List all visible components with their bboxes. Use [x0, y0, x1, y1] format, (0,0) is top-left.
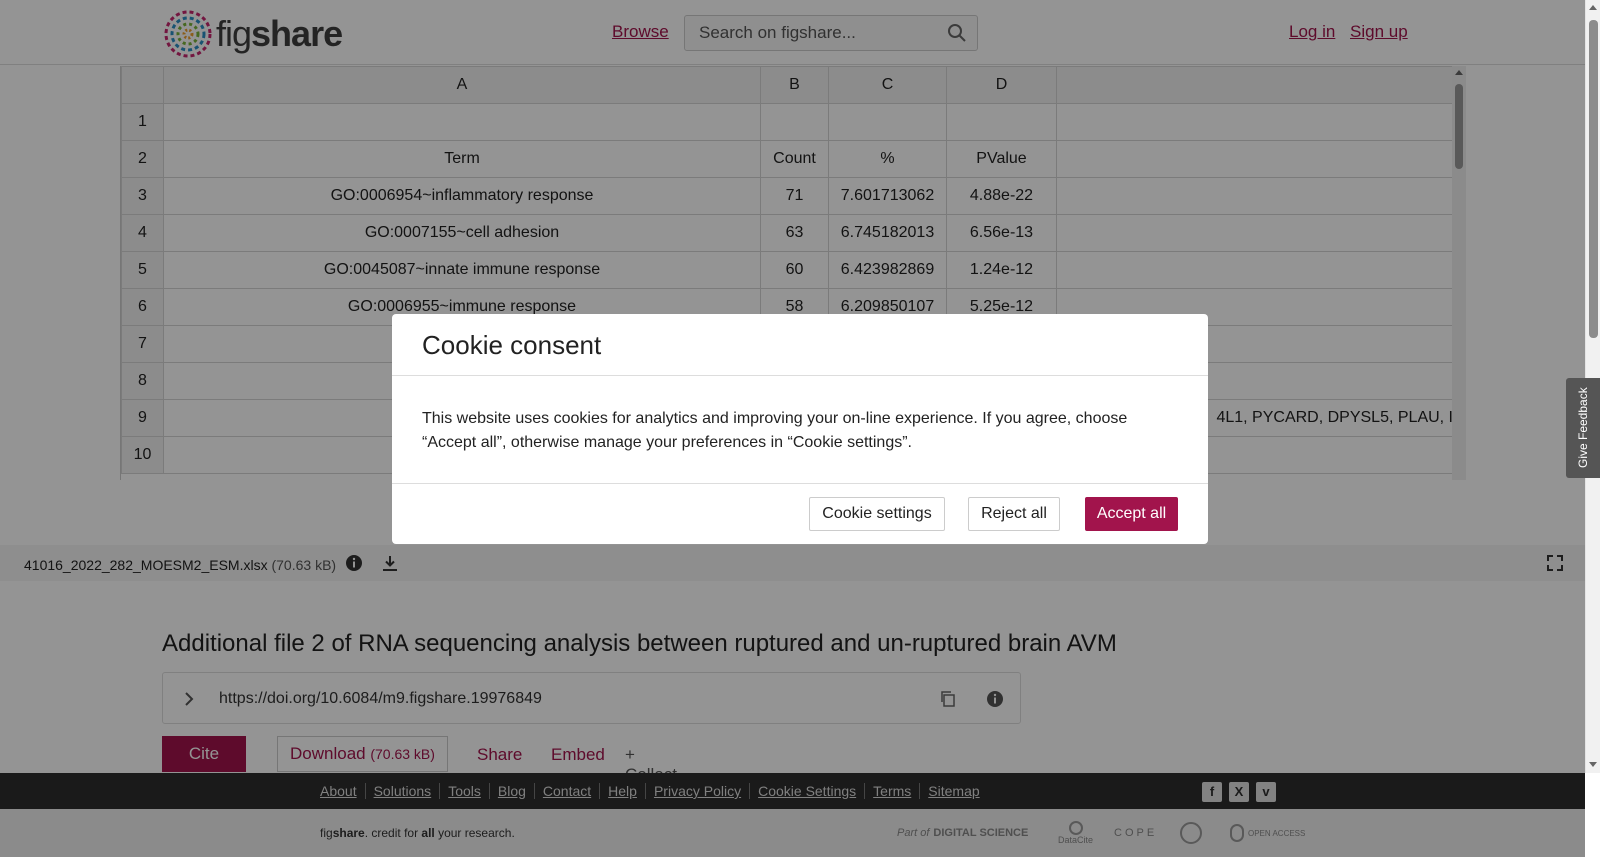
- give-feedback-tab[interactable]: Give Feedback: [1566, 378, 1600, 478]
- cookie-settings-button[interactable]: Cookie settings: [809, 497, 945, 531]
- page-scroll-down[interactable]: [1589, 762, 1597, 767]
- divider: [392, 375, 1208, 376]
- reject-all-button[interactable]: Reject all: [968, 497, 1060, 531]
- divider: [392, 483, 1208, 484]
- modal-title: Cookie consent: [422, 330, 602, 360]
- page-scroll-thumb[interactable]: [1589, 20, 1598, 338]
- cookie-consent-dialog: Cookie consent This website uses cookies…: [392, 314, 1208, 544]
- accept-all-button[interactable]: Accept all: [1085, 497, 1178, 531]
- modal-body: This website uses cookies for analytics …: [422, 410, 1128, 451]
- page-scroll-up[interactable]: [1589, 5, 1597, 10]
